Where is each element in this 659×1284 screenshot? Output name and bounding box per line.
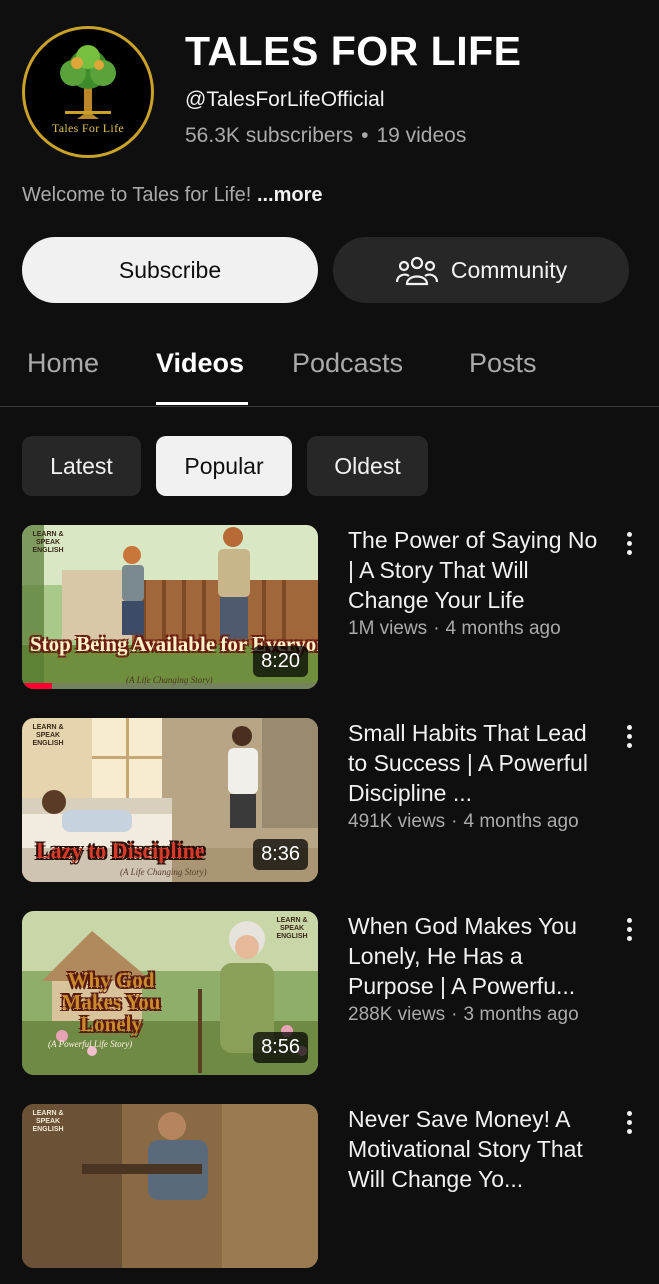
separator-dot: • <box>361 124 369 147</box>
video-count: 19 videos <box>376 124 467 147</box>
thumbnail-title: Why God Makes You Lonely <box>61 968 161 1036</box>
chip-label: Popular <box>184 452 264 479</box>
upload-age: 4 months ago <box>445 618 561 639</box>
channel-title: TALES FOR LIFE <box>185 28 522 74</box>
video-item[interactable]: LEARN & SPEAK ENGLISH Why God Makes You … <box>0 911 659 1091</box>
video-item[interactable]: LEARN & SPEAK ENGLISH Never Save Money! … <box>0 1104 659 1284</box>
more-options-icon[interactable] <box>618 915 640 945</box>
video-meta: 491K views · 4 months ago <box>348 811 579 833</box>
channel-stats: 56.3K subscribers • 19 videos <box>185 124 466 148</box>
view-count: 288K views <box>348 1004 446 1025</box>
chip-popular[interactable]: Popular <box>156 436 292 496</box>
video-thumbnail[interactable]: LEARN & SPEAK ENGLISH Lazy to Discipline… <box>22 718 318 882</box>
tab-videos[interactable]: Videos <box>156 348 244 379</box>
view-count: 1M views <box>348 618 428 639</box>
upload-age: 4 months ago <box>463 811 579 832</box>
video-duration: 8:36 <box>253 839 308 870</box>
thumbnail-badge: LEARN & SPEAK ENGLISH <box>276 917 308 940</box>
subscribe-label: Subscribe <box>118 256 222 283</box>
tab-home[interactable]: Home <box>27 348 99 379</box>
community-button[interactable]: Community <box>333 237 629 303</box>
thumbnail-subtitle: (A Powerful Life Story) <box>48 1039 133 1049</box>
video-duration: 8:56 <box>253 1032 308 1063</box>
logo-text: Tales For Life <box>51 121 124 135</box>
watch-progress-bar <box>22 683 52 689</box>
video-duration: 8:20 <box>253 646 308 677</box>
description-text: Welcome to Tales for Life! <box>22 184 252 206</box>
thumbnail-subtitle: (A Life Changing Story) <box>120 867 207 877</box>
video-thumbnail[interactable]: LEARN & SPEAK ENGLISH Why God Makes You … <box>22 911 318 1075</box>
video-title[interactable]: Never Save Money! A Motivational Story T… <box>348 1104 603 1194</box>
thumbnail-badge: LEARN & SPEAK ENGLISH <box>32 531 64 554</box>
video-meta: 288K views · 3 months ago <box>348 1004 579 1026</box>
thumbnail-title: Lazy to Discipline <box>36 838 205 863</box>
video-item[interactable]: LEARN & SPEAK ENGLISH Stop Being Availab… <box>0 525 659 705</box>
more-options-icon[interactable] <box>618 529 640 559</box>
subscribe-button[interactable]: Subscribe <box>22 237 318 303</box>
community-label: Community <box>450 256 568 283</box>
channel-tabs: Home Videos Podcasts Posts <box>0 330 659 407</box>
upload-age: 3 months ago <box>463 1004 579 1025</box>
thumbnail-badge: LEARN & SPEAK ENGLISH <box>32 724 64 747</box>
video-thumbnail[interactable]: LEARN & SPEAK ENGLISH <box>22 1104 318 1268</box>
video-title[interactable]: When God Makes You Lonely, He Has a Purp… <box>348 911 603 1001</box>
chip-label: Latest <box>50 452 113 479</box>
channel-avatar[interactable]: Tales For Life <box>22 26 154 158</box>
community-icon <box>395 256 438 286</box>
video-title[interactable]: Small Habits That Lead to Success | A Po… <box>348 718 603 808</box>
tree-logo-icon <box>60 45 116 119</box>
thumbnail-badge: LEARN & SPEAK ENGLISH <box>32 1110 64 1133</box>
tab-posts[interactable]: Posts <box>469 348 537 379</box>
video-item[interactable]: LEARN & SPEAK ENGLISH Lazy to Discipline… <box>0 718 659 898</box>
watch-progress-track <box>22 683 318 689</box>
chip-latest[interactable]: Latest <box>22 436 141 496</box>
view-count: 491K views <box>348 811 446 832</box>
more-options-icon[interactable] <box>618 722 640 752</box>
channel-handle: @TalesForLifeOfficial <box>185 88 385 111</box>
chip-label: Oldest <box>334 452 401 479</box>
separator-dot: · <box>451 811 458 832</box>
more-link[interactable]: ...more <box>257 184 323 206</box>
separator-dot: · <box>433 618 440 639</box>
channel-description[interactable]: Welcome to Tales for Life! ...more <box>22 184 323 207</box>
video-thumbnail[interactable]: LEARN & SPEAK ENGLISH Stop Being Availab… <box>22 525 318 689</box>
chip-oldest[interactable]: Oldest <box>307 436 428 496</box>
more-options-icon[interactable] <box>618 1108 640 1138</box>
separator-dot: · <box>451 1004 458 1025</box>
subscriber-count: 56.3K subscribers <box>185 124 354 147</box>
active-tab-indicator <box>156 402 248 405</box>
tab-podcasts[interactable]: Podcasts <box>292 348 403 379</box>
video-meta: 1M views · 4 months ago <box>348 618 561 640</box>
video-title[interactable]: The Power of Saying No | A Story That Wi… <box>348 525 603 615</box>
